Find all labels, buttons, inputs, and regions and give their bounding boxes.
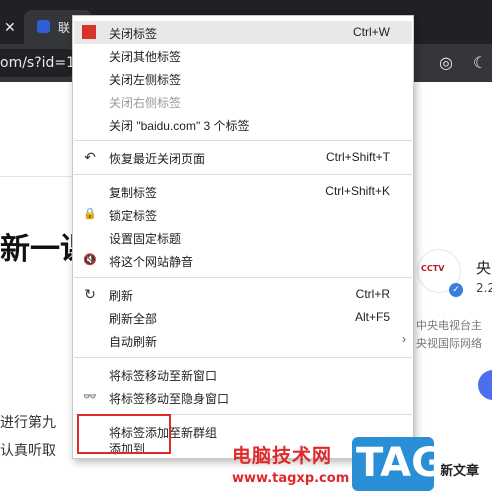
menu-item-shortcut: Ctrl+W [353,25,390,39]
menu-item-close-other-tabs[interactable]: 关闭其他标签 [74,44,412,67]
menu-item-label: 将标签移动至新窗口 [109,369,218,383]
author-name[interactable]: 央 [476,257,491,278]
menu-item-label: 关闭 "baidu.com" 3 个标签 [109,119,250,133]
author-desc-1: 中央电视台主 [416,319,482,332]
menu-item-shortcut: Ctrl+Shift+T [325,150,390,164]
menu-separator [74,357,412,358]
watermark-logo-text: TAG [356,440,444,486]
menu-item-duplicate-tab[interactable]: 复制标签 Ctrl+Shift+K [74,180,412,203]
menu-item-label: 锁定标签 [109,209,158,223]
menu-item-close-tab[interactable]: 关闭标签 Ctrl+W [74,21,412,44]
author-stat: 2.2 [476,281,492,295]
cctv-logo-text: CCTV [421,264,445,273]
highlight-box [77,414,171,454]
menu-separator [74,277,412,278]
menu-item-shortcut: Ctrl+R [355,287,390,301]
menu-item-close-left-tabs[interactable]: 关闭左侧标签 [74,67,412,90]
menu-item-label: 刷新全部 [109,312,158,326]
lock-icon: 🔒 [83,208,97,220]
menu-item-mute-site[interactable]: 🔇 将这个网站静音 [74,249,412,272]
menu-item-shortcut: Ctrl+Shift+K [325,184,390,198]
menu-item-label: 关闭左侧标签 [109,73,182,87]
menu-item-reopen-closed[interactable]: ↶ 恢复最近关闭页面 Ctrl+Shift+T [74,146,412,169]
submenu-arrow-icon: › [402,332,406,346]
article-text-line: 进行第九 [0,415,56,431]
menu-item-refresh[interactable]: ↻ 刷新 Ctrl+R [74,283,412,306]
verified-badge-icon: ✓ [449,283,463,297]
watermark-title: 电脑技术网 [232,445,333,467]
moon-icon[interactable]: ☾ [468,51,492,75]
menu-item-label: 自动刷新 [109,335,158,349]
menu-separator [74,174,412,175]
menu-separator [74,140,412,141]
search-bar[interactable] [0,126,80,177]
camera-icon[interactable]: ◎ [434,51,458,75]
menu-item-label: 关闭右侧标签 [109,96,182,110]
article-text-line: 认真听取 [0,443,56,459]
menu-item-refresh-all[interactable]: 刷新全部 Alt+F5 [74,306,412,329]
baidu-favicon-icon [37,20,50,33]
tab-context-menu: 关闭标签 Ctrl+W 关闭其他标签 关闭左侧标签 关闭右侧标签 关闭 "bai… [72,15,414,459]
undo-icon: ↶ [84,149,96,165]
menu-item-label: 恢复最近关闭页面 [109,152,206,166]
menu-item-label: 将标签移动至隐身窗口 [109,392,230,406]
menu-item-close-site-tabs[interactable]: 关闭 "baidu.com" 3 个标签 [74,113,412,136]
menu-item-label: 复制标签 [109,186,158,200]
tab-title: 联 [58,21,71,35]
tab-close-icon[interactable]: ✕ [4,20,16,36]
incognito-icon: 👓 [83,391,97,403]
menu-item-label: 设置固定标题 [109,232,182,246]
side-heading: 新文章 [440,464,480,479]
menu-item-lock-tab[interactable]: 🔒 锁定标签 [74,203,412,226]
menu-item-shortcut: Alt+F5 [354,310,390,324]
author-desc-2: 央视国际网络 [416,337,482,350]
mute-icon: 🔇 [83,254,97,266]
menu-item-auto-refresh[interactable]: 自动刷新 › [74,329,412,352]
address-text[interactable]: om/s?id=1 [0,55,75,71]
menu-item-label: 关闭标签 [109,27,158,41]
menu-item-close-right-tabs: 关闭右侧标签 [74,90,412,113]
menu-item-move-new-window[interactable]: 将标签移动至新窗口 [74,363,412,386]
menu-item-label: 关闭其他标签 [109,50,182,64]
watermark-url: www.tagxp.com [232,471,350,486]
menu-item-move-incognito[interactable]: 👓 将标签移动至隐身窗口 [74,386,412,409]
menu-item-fixed-title[interactable]: 设置固定标题 [74,226,412,249]
menu-item-label: 将这个网站静音 [109,255,194,269]
menu-item-label: 刷新 [109,289,134,303]
refresh-icon: ↻ [84,286,96,302]
close-tab-icon [82,25,96,39]
